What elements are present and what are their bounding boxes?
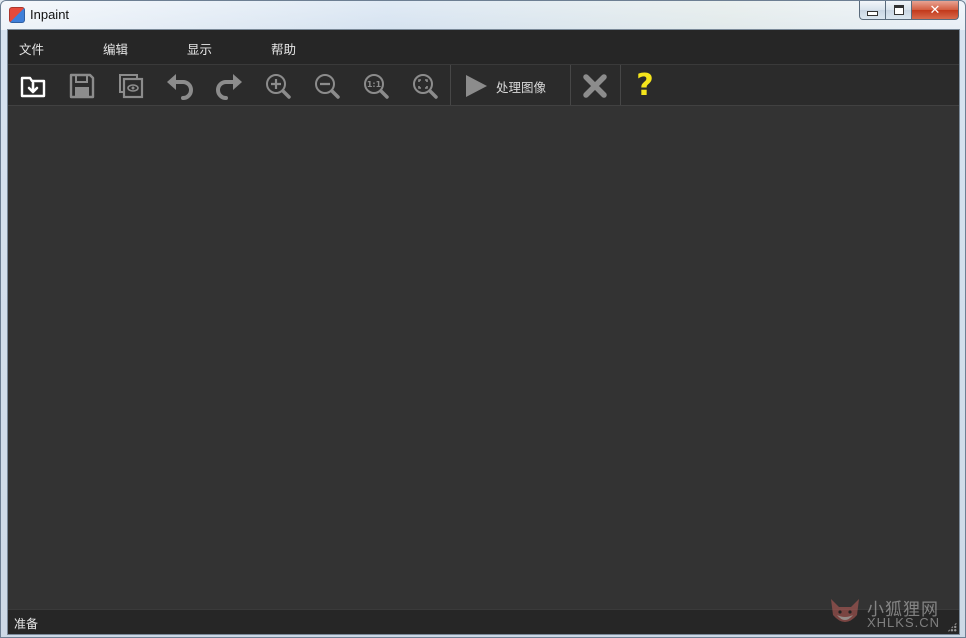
image-canvas[interactable] — [8, 106, 959, 609]
zoom-actual-size-label: 1:1 — [367, 80, 382, 89]
menu-edit[interactable]: 编辑 — [103, 39, 128, 58]
zoom-in-icon — [266, 74, 291, 99]
client-area: 文件 编辑 显示 帮助 1:1 处理图像 ? 准备 — [8, 30, 959, 634]
zoom-actual-size-icon: 1:1 — [364, 74, 389, 99]
zoom-fit-button[interactable] — [408, 69, 442, 103]
redo-arrow-icon — [216, 74, 242, 100]
minimize-button[interactable] — [859, 1, 886, 20]
caption-buttons: ✕ — [859, 1, 959, 21]
minimize-icon — [867, 10, 878, 16]
maximize-icon — [893, 5, 904, 15]
toolbar: 1:1 处理图像 ? — [8, 65, 959, 106]
help-button[interactable]: ? — [628, 69, 662, 103]
watermark-line2: XHLKS.CN — [867, 615, 941, 630]
menu-file[interactable]: 文件 — [19, 39, 44, 58]
open-folder-icon — [20, 76, 46, 98]
status-text: 准备 — [14, 617, 39, 631]
process-image-label: 处理图像 — [496, 79, 547, 95]
toolbar-separator — [450, 65, 451, 105]
app-window: Inpaint ✕ 文件 编辑 显示 帮助 1:1 处理图像 ? 准备 小狐狸网… — [0, 0, 966, 638]
play-triangle-icon — [466, 75, 487, 97]
cancel-x-icon — [583, 74, 607, 98]
title-bar[interactable]: Inpaint ✕ — [1, 1, 965, 30]
zoom-actual-size-button[interactable]: 1:1 — [359, 69, 393, 103]
inpaint-app-icon[interactable] — [9, 7, 25, 23]
toolbar-separator — [570, 65, 571, 105]
preview-button[interactable] — [114, 69, 148, 103]
close-x-icon: ✕ — [929, 2, 941, 18]
menu-view[interactable]: 显示 — [187, 39, 212, 58]
zoom-in-button[interactable] — [261, 69, 295, 103]
close-button[interactable]: ✕ — [912, 1, 959, 20]
save-disk-icon — [69, 73, 95, 99]
maximize-button[interactable] — [886, 1, 912, 20]
watermark: 小狐狸网 XHLKS.CN — [827, 595, 957, 631]
status-bar: 准备 — [8, 609, 959, 634]
redo-button[interactable] — [212, 69, 246, 103]
question-mark-icon: ? — [636, 68, 654, 103]
open-button[interactable] — [16, 69, 50, 103]
menu-help[interactable]: 帮助 — [271, 39, 296, 58]
undo-arrow-icon — [167, 74, 193, 100]
cancel-button[interactable] — [578, 69, 612, 103]
process-image-button[interactable]: 处理图像 — [462, 69, 572, 103]
zoom-out-button[interactable] — [310, 69, 344, 103]
zoom-out-icon — [315, 74, 340, 99]
save-button[interactable] — [65, 69, 99, 103]
undo-button[interactable] — [163, 69, 197, 103]
preview-eye-icon — [119, 74, 144, 99]
window-title: Inpaint — [30, 7, 70, 22]
fox-logo-icon — [831, 599, 859, 622]
toolbar-separator — [620, 65, 621, 105]
zoom-fit-icon — [413, 74, 438, 99]
menu-bar: 文件 编辑 显示 帮助 — [8, 30, 959, 65]
